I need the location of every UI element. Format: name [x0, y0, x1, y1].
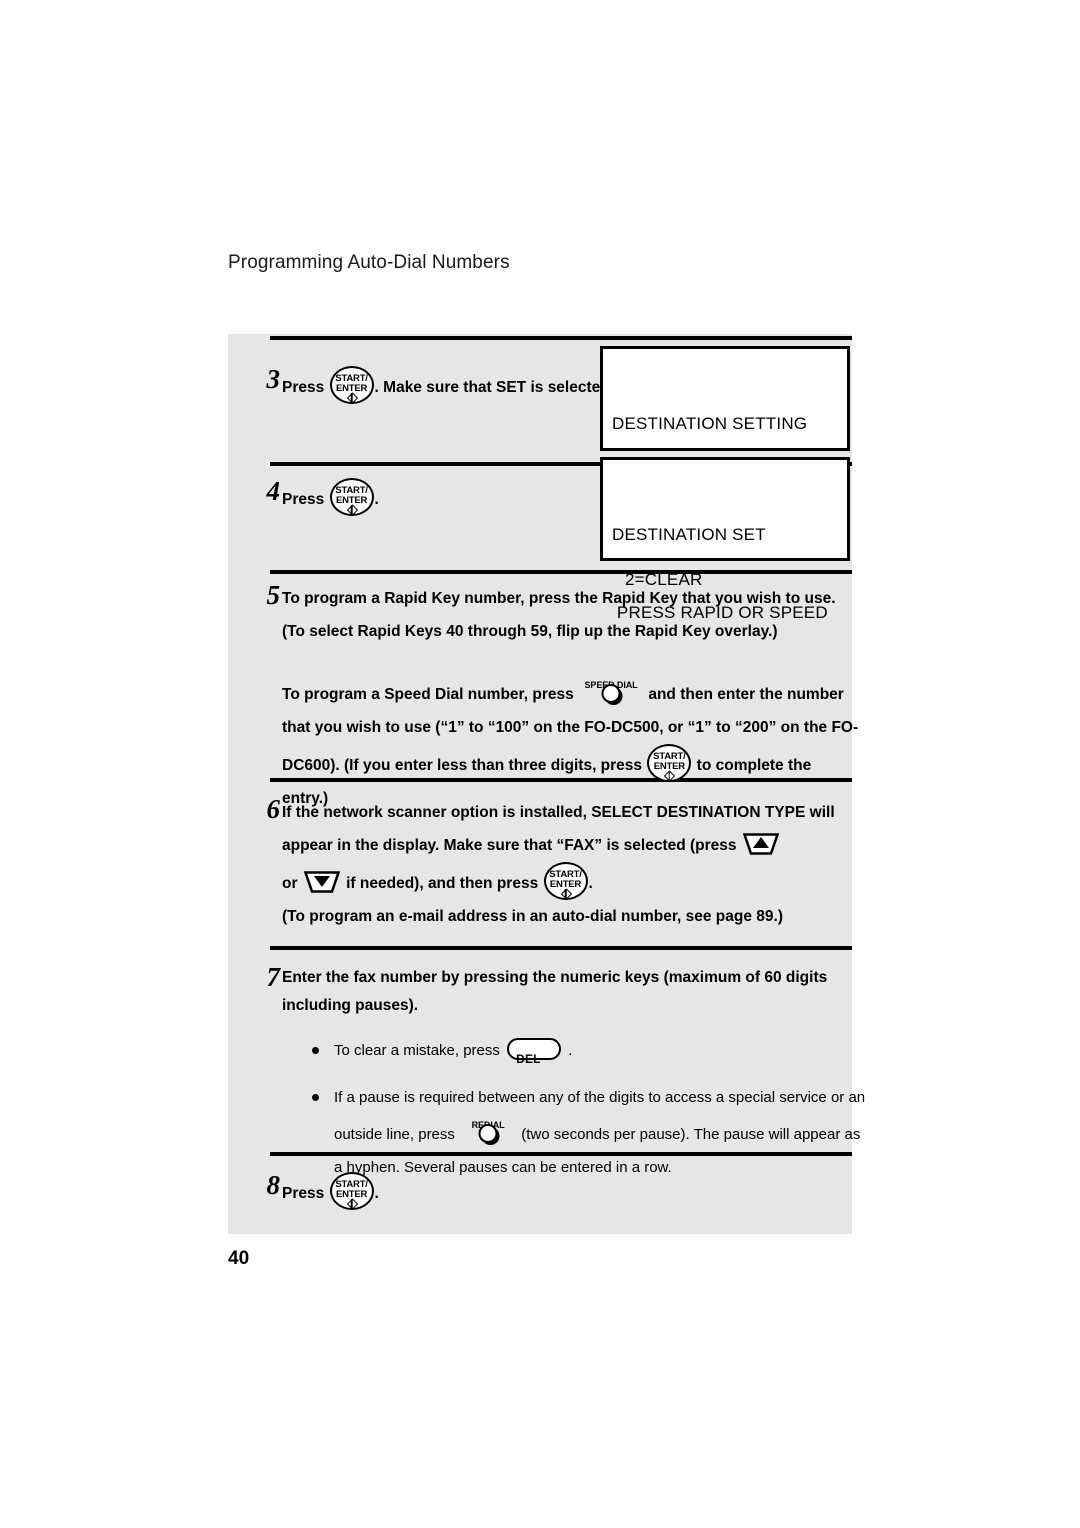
step-6-part-d: .	[588, 875, 593, 892]
step-8-text: Press START/ ENTER .	[282, 1172, 632, 1210]
del-key-icon[interactable]: DEL	[507, 1038, 562, 1066]
start-enter-key-icon[interactable]: START/ ENTER	[329, 1172, 374, 1210]
step-5-number: 5	[266, 580, 281, 610]
bullet-clear-mistake: To clear a mistake, press DEL .	[308, 1034, 868, 1067]
step-8-text-before: Press	[282, 1185, 325, 1202]
step-7-heading: Enter the fax number by pressing the num…	[282, 969, 828, 1014]
power-symbol-icon	[664, 770, 676, 782]
bullet-pause-required: If a pause is required between any of th…	[308, 1081, 868, 1184]
step-4-number: 4	[266, 476, 281, 506]
bullet-1-text-a: To clear a mistake, press	[334, 1042, 500, 1059]
step-6-part-c: if needed), and then press	[346, 875, 539, 892]
lcd-4-line1: DESTINATION SET	[612, 525, 766, 544]
section-rule-top	[270, 336, 852, 340]
bullet-dot-icon	[312, 1094, 319, 1101]
start-enter-key-icon[interactable]: START/ ENTER	[647, 744, 692, 782]
step-6-part-b: or	[282, 875, 298, 892]
step-8-text-after: .	[374, 1185, 379, 1202]
power-symbol-icon	[346, 392, 358, 404]
up-triangle-icon	[752, 837, 769, 848]
step-3-text-before: Press	[282, 379, 325, 396]
step-5-text: To program a Rapid Key number, press the…	[282, 582, 860, 815]
lcd-display-step-3: DESTINATION SETTING 1=SET 2=CLEAR	[600, 346, 850, 589]
step-3-text: Press START/ ENTER . Make sure that SET …	[282, 366, 632, 404]
step-3-number: 3	[266, 364, 281, 394]
lcd-3-line1: DESTINATION SETTING	[612, 414, 808, 433]
power-symbol-icon	[346, 1198, 358, 1210]
page-number: 40	[228, 1248, 250, 1269]
step-7-number: 7	[266, 962, 281, 992]
up-arrow-key-icon[interactable]	[742, 832, 779, 856]
down-triangle-icon	[313, 876, 330, 887]
del-key-label: DEL	[516, 1052, 541, 1066]
start-enter-key-icon[interactable]: START/ ENTER	[329, 478, 374, 516]
step-5-paragraph-2a: To program a Speed Dial number, press	[282, 686, 574, 703]
speed-dial-key-circle	[601, 684, 621, 703]
power-symbol-icon	[560, 888, 572, 900]
step-5-paragraph-1: To program a Rapid Key number, press the…	[282, 590, 836, 640]
step-7-bullets: To clear a mistake, press DEL . If a pau…	[308, 1034, 868, 1192]
step-4-text-before: Press	[282, 491, 325, 508]
start-enter-key-icon[interactable]: START/ ENTER	[543, 862, 588, 900]
step-4-text-after: .	[374, 491, 379, 508]
step-6-number: 6	[266, 794, 281, 824]
step-8-number: 8	[266, 1170, 281, 1200]
power-symbol-icon	[346, 504, 358, 516]
redial-key-icon[interactable]: REDIAL	[463, 1114, 513, 1148]
step-6-text: If the network scanner option is install…	[282, 796, 860, 933]
bullet-1-text-b: .	[568, 1042, 573, 1059]
start-enter-key-icon[interactable]: START/ ENTER	[329, 366, 374, 404]
step-4-text: Press START/ ENTER .	[282, 478, 632, 516]
redial-key-circle	[478, 1124, 498, 1143]
running-head: Programming Auto-Dial Numbers	[228, 252, 510, 273]
step-6-part-e: (To program an e-mail address in an auto…	[282, 908, 784, 925]
procedure-panel: 3 Press START/ ENTER . Make sure that SE…	[228, 334, 865, 1234]
bullet-dot-icon	[312, 1047, 319, 1054]
down-arrow-key-icon[interactable]	[303, 870, 340, 894]
section-rule-6-7	[270, 946, 852, 950]
lcd-display-step-4: DESTINATION SET PRESS RAPID OR SPEED	[600, 457, 850, 622]
speed-dial-key-icon[interactable]: SPEED DIAL	[582, 674, 640, 708]
step-3-text-after: . Make sure that SET is selected.	[374, 379, 615, 396]
